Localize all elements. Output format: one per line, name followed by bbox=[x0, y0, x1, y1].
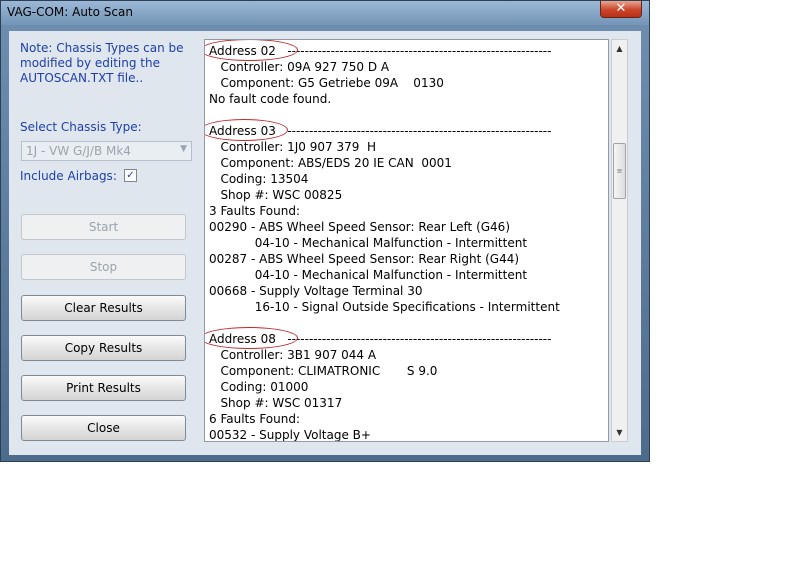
result-line: 04-10 - Mechanical Malfunction - Intermi… bbox=[209, 268, 528, 282]
clear-results-button[interactable]: Clear Results bbox=[21, 295, 186, 321]
annotation-circle-address-03 bbox=[205, 119, 288, 141]
result-line: 6 Faults Found: bbox=[209, 412, 301, 426]
autoscan-window: VAG-COM: Auto Scan ✕ Note: Chassis Types… bbox=[0, 0, 650, 462]
result-line: Component: ABS/EDS 20 IE CAN 0001 bbox=[209, 156, 452, 170]
chassis-type-value: 1J - VW G/J/B Mk4 bbox=[26, 144, 131, 158]
result-line: Controller: 1J0 907 379 H bbox=[209, 140, 377, 154]
result-line: No fault code found. bbox=[209, 92, 332, 106]
down-arrow-icon[interactable]: ▼ bbox=[612, 424, 627, 441]
result-line: Coding: 13504 bbox=[209, 172, 309, 186]
result-line: Controller: 3B1 907 044 A bbox=[209, 348, 377, 362]
include-airbags-label: Include Airbags: bbox=[20, 169, 117, 183]
title-bar[interactable]: VAG-COM: Auto Scan ✕ bbox=[1, 1, 649, 25]
window-close-button[interactable]: ✕ bbox=[600, 1, 642, 18]
stop-button[interactable]: Stop bbox=[21, 254, 186, 280]
start-button[interactable]: Start bbox=[21, 214, 186, 240]
include-airbags-checkbox[interactable]: ✓ bbox=[124, 169, 137, 182]
close-button[interactable]: Close bbox=[21, 415, 186, 441]
result-line: 00290 - ABS Wheel Speed Sensor: Rear Lef… bbox=[209, 220, 510, 234]
up-arrow-icon[interactable]: ▲ bbox=[612, 40, 627, 57]
results-textbox[interactable]: Address 02 -----------------------------… bbox=[204, 39, 609, 442]
print-results-button[interactable]: Print Results bbox=[21, 375, 186, 401]
annotation-circle-address-02 bbox=[205, 40, 298, 61]
result-line: Controller: 09A 927 750 D A bbox=[209, 60, 390, 74]
checkmark-icon: ✓ bbox=[126, 170, 135, 181]
result-line: 04-10 - Mechanical Malfunction - Intermi… bbox=[209, 236, 528, 250]
grip-icon: ≡ bbox=[616, 167, 623, 175]
annotation-circle-address-08 bbox=[205, 327, 298, 349]
results-scrollbar[interactable]: ▲ ≡ ▼ bbox=[611, 39, 628, 442]
close-icon: ✕ bbox=[615, 1, 627, 16]
result-line: 00668 - Supply Voltage Terminal 30 bbox=[209, 284, 423, 298]
result-line: 16-10 - Signal Outside Specifications - … bbox=[209, 300, 560, 314]
result-line: Shop #: WSC 00825 bbox=[209, 188, 343, 202]
copy-results-button[interactable]: Copy Results bbox=[21, 335, 186, 361]
result-line: Component: CLIMATRONIC S 9.0 bbox=[209, 364, 438, 378]
client-area: Note: Chassis Types can be modified by e… bbox=[9, 31, 641, 455]
result-line: 00287 - ABS Wheel Speed Sensor: Rear Rig… bbox=[209, 252, 520, 266]
window-title: VAG-COM: Auto Scan bbox=[7, 5, 133, 19]
chassis-note: Note: Chassis Types can be modified by e… bbox=[20, 41, 184, 85]
result-line: Shop #: WSC 01317 bbox=[209, 396, 343, 410]
chassis-type-label: Select Chassis Type: bbox=[20, 120, 142, 134]
chassis-type-select[interactable]: 1J - VW G/J/B Mk4 ▼ bbox=[21, 141, 192, 161]
result-line: Component: G5 Getriebe 09A 0130 bbox=[209, 76, 444, 90]
result-line: Coding: 01000 bbox=[209, 380, 309, 394]
chevron-down-icon: ▼ bbox=[180, 144, 187, 154]
result-line: 3 Faults Found: bbox=[209, 204, 301, 218]
result-line: 00532 - Supply Voltage B+ bbox=[209, 428, 371, 442]
scrollbar-thumb[interactable]: ≡ bbox=[613, 143, 626, 199]
